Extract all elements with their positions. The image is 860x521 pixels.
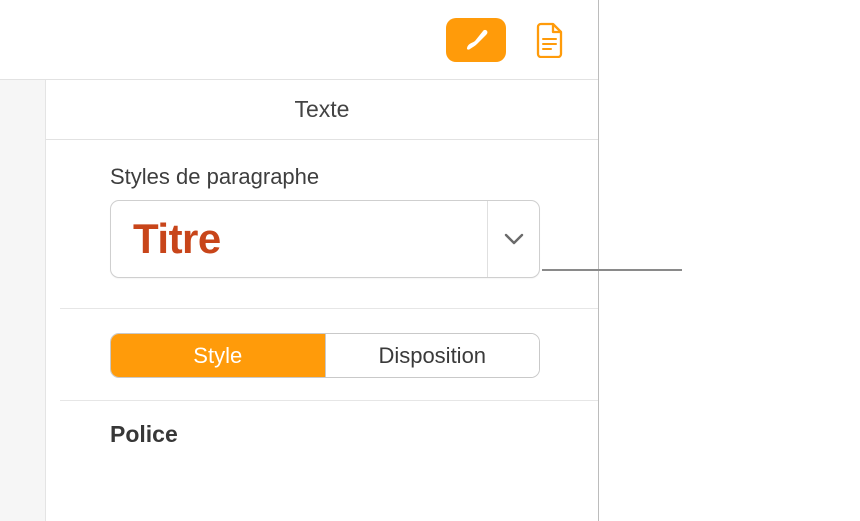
document-tab-button[interactable] <box>520 18 580 62</box>
inspector-header: Texte <box>46 80 598 140</box>
paragraph-style-value: Titre <box>111 201 487 277</box>
inspector-toolbar <box>0 0 598 80</box>
text-subtabs: Style Disposition <box>110 333 540 378</box>
format-inspector-panel: Texte Styles de paragraphe Titre Style D… <box>0 0 599 521</box>
divider <box>60 308 598 309</box>
document-icon <box>535 22 565 58</box>
paragraph-style-picker[interactable]: Titre <box>110 200 540 278</box>
paragraph-styles-section: Styles de paragraphe Titre <box>0 140 598 278</box>
divider <box>60 400 598 401</box>
chevron-down-icon <box>504 233 524 245</box>
tab-style[interactable]: Style <box>111 334 326 377</box>
paintbrush-icon <box>459 23 493 57</box>
inspector-main: Texte Styles de paragraphe Titre Style D… <box>0 80 598 448</box>
font-section-label: Police <box>110 421 598 448</box>
paragraph-styles-label: Styles de paragraphe <box>110 164 542 190</box>
format-tab-button[interactable] <box>446 18 506 62</box>
text-subtabs-row: Style Disposition <box>110 333 540 378</box>
paragraph-style-dropdown-arrow[interactable] <box>487 201 539 277</box>
callout-line <box>542 269 682 271</box>
tab-disposition[interactable]: Disposition <box>326 334 540 377</box>
inspector-title: Texte <box>295 96 350 123</box>
